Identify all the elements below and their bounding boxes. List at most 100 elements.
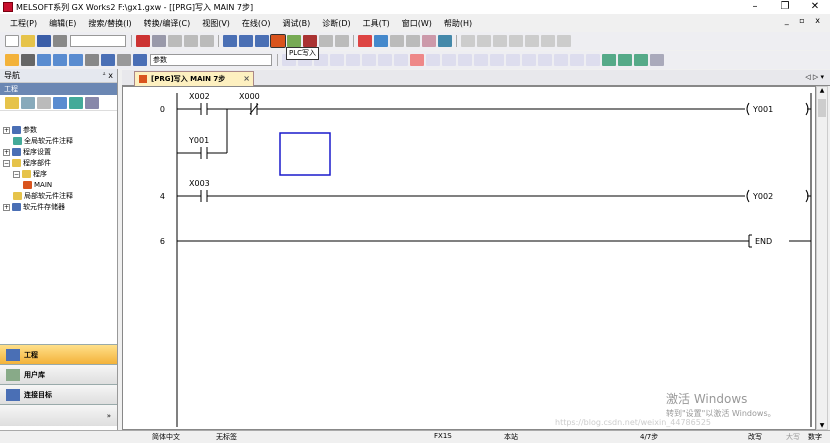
vertical-scrollbar[interactable]: ▲ ▼ xyxy=(816,86,828,430)
simulation-start-icon[interactable] xyxy=(358,35,372,47)
minimize-button[interactable]: – xyxy=(740,0,770,14)
compile-all-icon[interactable] xyxy=(239,35,253,47)
note-edit-icon[interactable] xyxy=(586,54,600,66)
buffer-icon[interactable] xyxy=(406,35,420,47)
operation-result-icon[interactable] xyxy=(538,54,552,66)
plc-write-icon[interactable] xyxy=(270,34,286,48)
zoom-in-icon[interactable] xyxy=(650,54,664,66)
simulation-stop-icon[interactable] xyxy=(374,35,388,47)
help-icon[interactable] xyxy=(117,54,131,66)
note-display-icon[interactable] xyxy=(634,54,648,66)
global-comment-icon[interactable] xyxy=(37,54,51,66)
device-memory-icon[interactable] xyxy=(69,54,83,66)
replace-icon[interactable] xyxy=(525,35,539,47)
menu-tool[interactable]: 工具(T) xyxy=(357,18,396,29)
toolbar-dropdown[interactable] xyxy=(70,35,126,47)
delete-line-icon[interactable] xyxy=(410,54,424,66)
undo-icon[interactable] xyxy=(184,35,198,47)
local-comment-icon[interactable] xyxy=(101,54,115,66)
mdi-window-controls[interactable]: _ ▫ x xyxy=(785,16,824,25)
tree-item-7[interactable]: + 软元件存储器 xyxy=(3,202,65,212)
rising-pulse-icon[interactable] xyxy=(506,54,520,66)
monitor-icon[interactable] xyxy=(303,35,317,47)
ladder-editor[interactable]: 0 X002 X000 Y001 Y001 4 X003 Y002 6 END xyxy=(122,86,816,430)
parallel-rising-edge-icon[interactable] xyxy=(458,54,472,66)
expand-icon[interactable]: + xyxy=(3,126,10,134)
restore-button[interactable]: ❐ xyxy=(770,0,800,14)
property-icon[interactable] xyxy=(53,96,67,109)
tree-item-3[interactable]: − 程序部件 xyxy=(3,158,51,168)
menu-project[interactable]: 工程(P) xyxy=(4,18,43,29)
paste-icon[interactable] xyxy=(168,35,182,47)
invert-icon[interactable] xyxy=(490,54,504,66)
nav-option-icon[interactable] xyxy=(85,96,99,109)
cut-icon[interactable] xyxy=(136,35,150,47)
diagnostics-icon[interactable] xyxy=(422,35,436,47)
statement-edit-icon[interactable] xyxy=(570,54,584,66)
new-file-icon[interactable] xyxy=(5,35,19,47)
zoom-icon[interactable] xyxy=(493,35,507,47)
redo-icon[interactable] xyxy=(200,35,214,47)
menu-view[interactable]: 视图(V) xyxy=(196,18,236,29)
compile-icon[interactable] xyxy=(223,35,237,47)
check-icon[interactable] xyxy=(69,96,83,109)
find-icon[interactable] xyxy=(509,35,523,47)
new-data-icon[interactable] xyxy=(5,96,19,109)
tab-main-program[interactable]: [PRG]写入 MAIN 7步 × xyxy=(134,71,254,86)
scroll-up-arrow[interactable]: ▲ xyxy=(817,87,827,97)
menu-compile[interactable]: 转换/编译(C) xyxy=(138,18,197,29)
falling-pulse-icon[interactable] xyxy=(522,54,536,66)
expand-icon[interactable]: + xyxy=(3,148,10,156)
comment-edit-icon[interactable] xyxy=(554,54,568,66)
monitor-write-icon[interactable] xyxy=(335,35,349,47)
copy-icon[interactable] xyxy=(152,35,166,47)
menu-diagnostics[interactable]: 诊断(D) xyxy=(316,18,356,29)
nav-button-project[interactable]: 工程 xyxy=(0,344,117,364)
delete-data-icon[interactable] xyxy=(37,96,51,109)
parameter-icon[interactable] xyxy=(21,54,35,66)
statement-display-icon[interactable] xyxy=(618,54,632,66)
tree-item-2[interactable]: + 程序设置 xyxy=(3,147,51,157)
expand-icon[interactable]: + xyxy=(3,203,10,211)
parallel-falling-edge-icon[interactable] xyxy=(474,54,488,66)
tab-close-icon[interactable]: × xyxy=(243,72,250,86)
cross-reference-icon[interactable] xyxy=(541,35,555,47)
nav-button-user-library[interactable]: 用户库 xyxy=(0,364,117,384)
collapse-icon[interactable]: − xyxy=(13,170,20,178)
plc-read-icon[interactable] xyxy=(287,35,301,47)
open-folder-icon[interactable] xyxy=(21,35,35,47)
parallel-closed-contact-icon[interactable] xyxy=(330,54,344,66)
device-comment-display-icon[interactable] xyxy=(602,54,616,66)
scroll-thumb[interactable] xyxy=(818,99,826,117)
comment-icon[interactable] xyxy=(438,35,452,47)
scroll-down-arrow[interactable]: ▼ xyxy=(817,422,827,429)
print-icon[interactable] xyxy=(53,35,67,47)
nav-button-connection[interactable]: 连接目标 xyxy=(0,384,117,404)
ladder-diagram[interactable]: 0 X002 X000 Y001 Y001 4 X003 Y002 6 END xyxy=(123,87,817,431)
vertical-line-icon[interactable] xyxy=(394,54,408,66)
edit-mode-icon[interactable] xyxy=(461,35,475,47)
menu-edit[interactable]: 编辑(E) xyxy=(43,18,82,29)
tree-item-0[interactable]: + 参数 xyxy=(3,125,37,135)
tree-item-4[interactable]: − 程序 xyxy=(13,169,47,179)
application-instruction-icon[interactable] xyxy=(362,54,376,66)
horizontal-line-icon[interactable] xyxy=(378,54,392,66)
parameter-select[interactable]: 参数 xyxy=(150,54,272,66)
nav-pin-close[interactable]: ᗮ x xyxy=(103,71,113,81)
open-data-icon[interactable] xyxy=(21,96,35,109)
device-list-icon[interactable] xyxy=(557,35,571,47)
navigation-toggle-icon[interactable] xyxy=(5,54,19,66)
menu-help[interactable]: 帮助(H) xyxy=(438,18,478,29)
menu-online[interactable]: 在线(O) xyxy=(236,18,277,29)
tree-item-5[interactable]: MAIN xyxy=(23,180,53,190)
menu-find-replace[interactable]: 搜索/替换(I) xyxy=(82,18,137,29)
rising-edge-icon[interactable] xyxy=(426,54,440,66)
tree-item-1[interactable]: 全局软元件注释 xyxy=(13,136,73,146)
save-icon[interactable] xyxy=(37,35,51,47)
falling-edge-icon[interactable] xyxy=(442,54,456,66)
close-button[interactable]: ✕ xyxy=(800,0,830,14)
device-batch-icon[interactable] xyxy=(390,35,404,47)
tree-item-6[interactable]: 局部软元件注释 xyxy=(13,191,73,201)
coil-icon[interactable] xyxy=(346,54,360,66)
nav-more-button[interactable]: » xyxy=(0,404,117,426)
